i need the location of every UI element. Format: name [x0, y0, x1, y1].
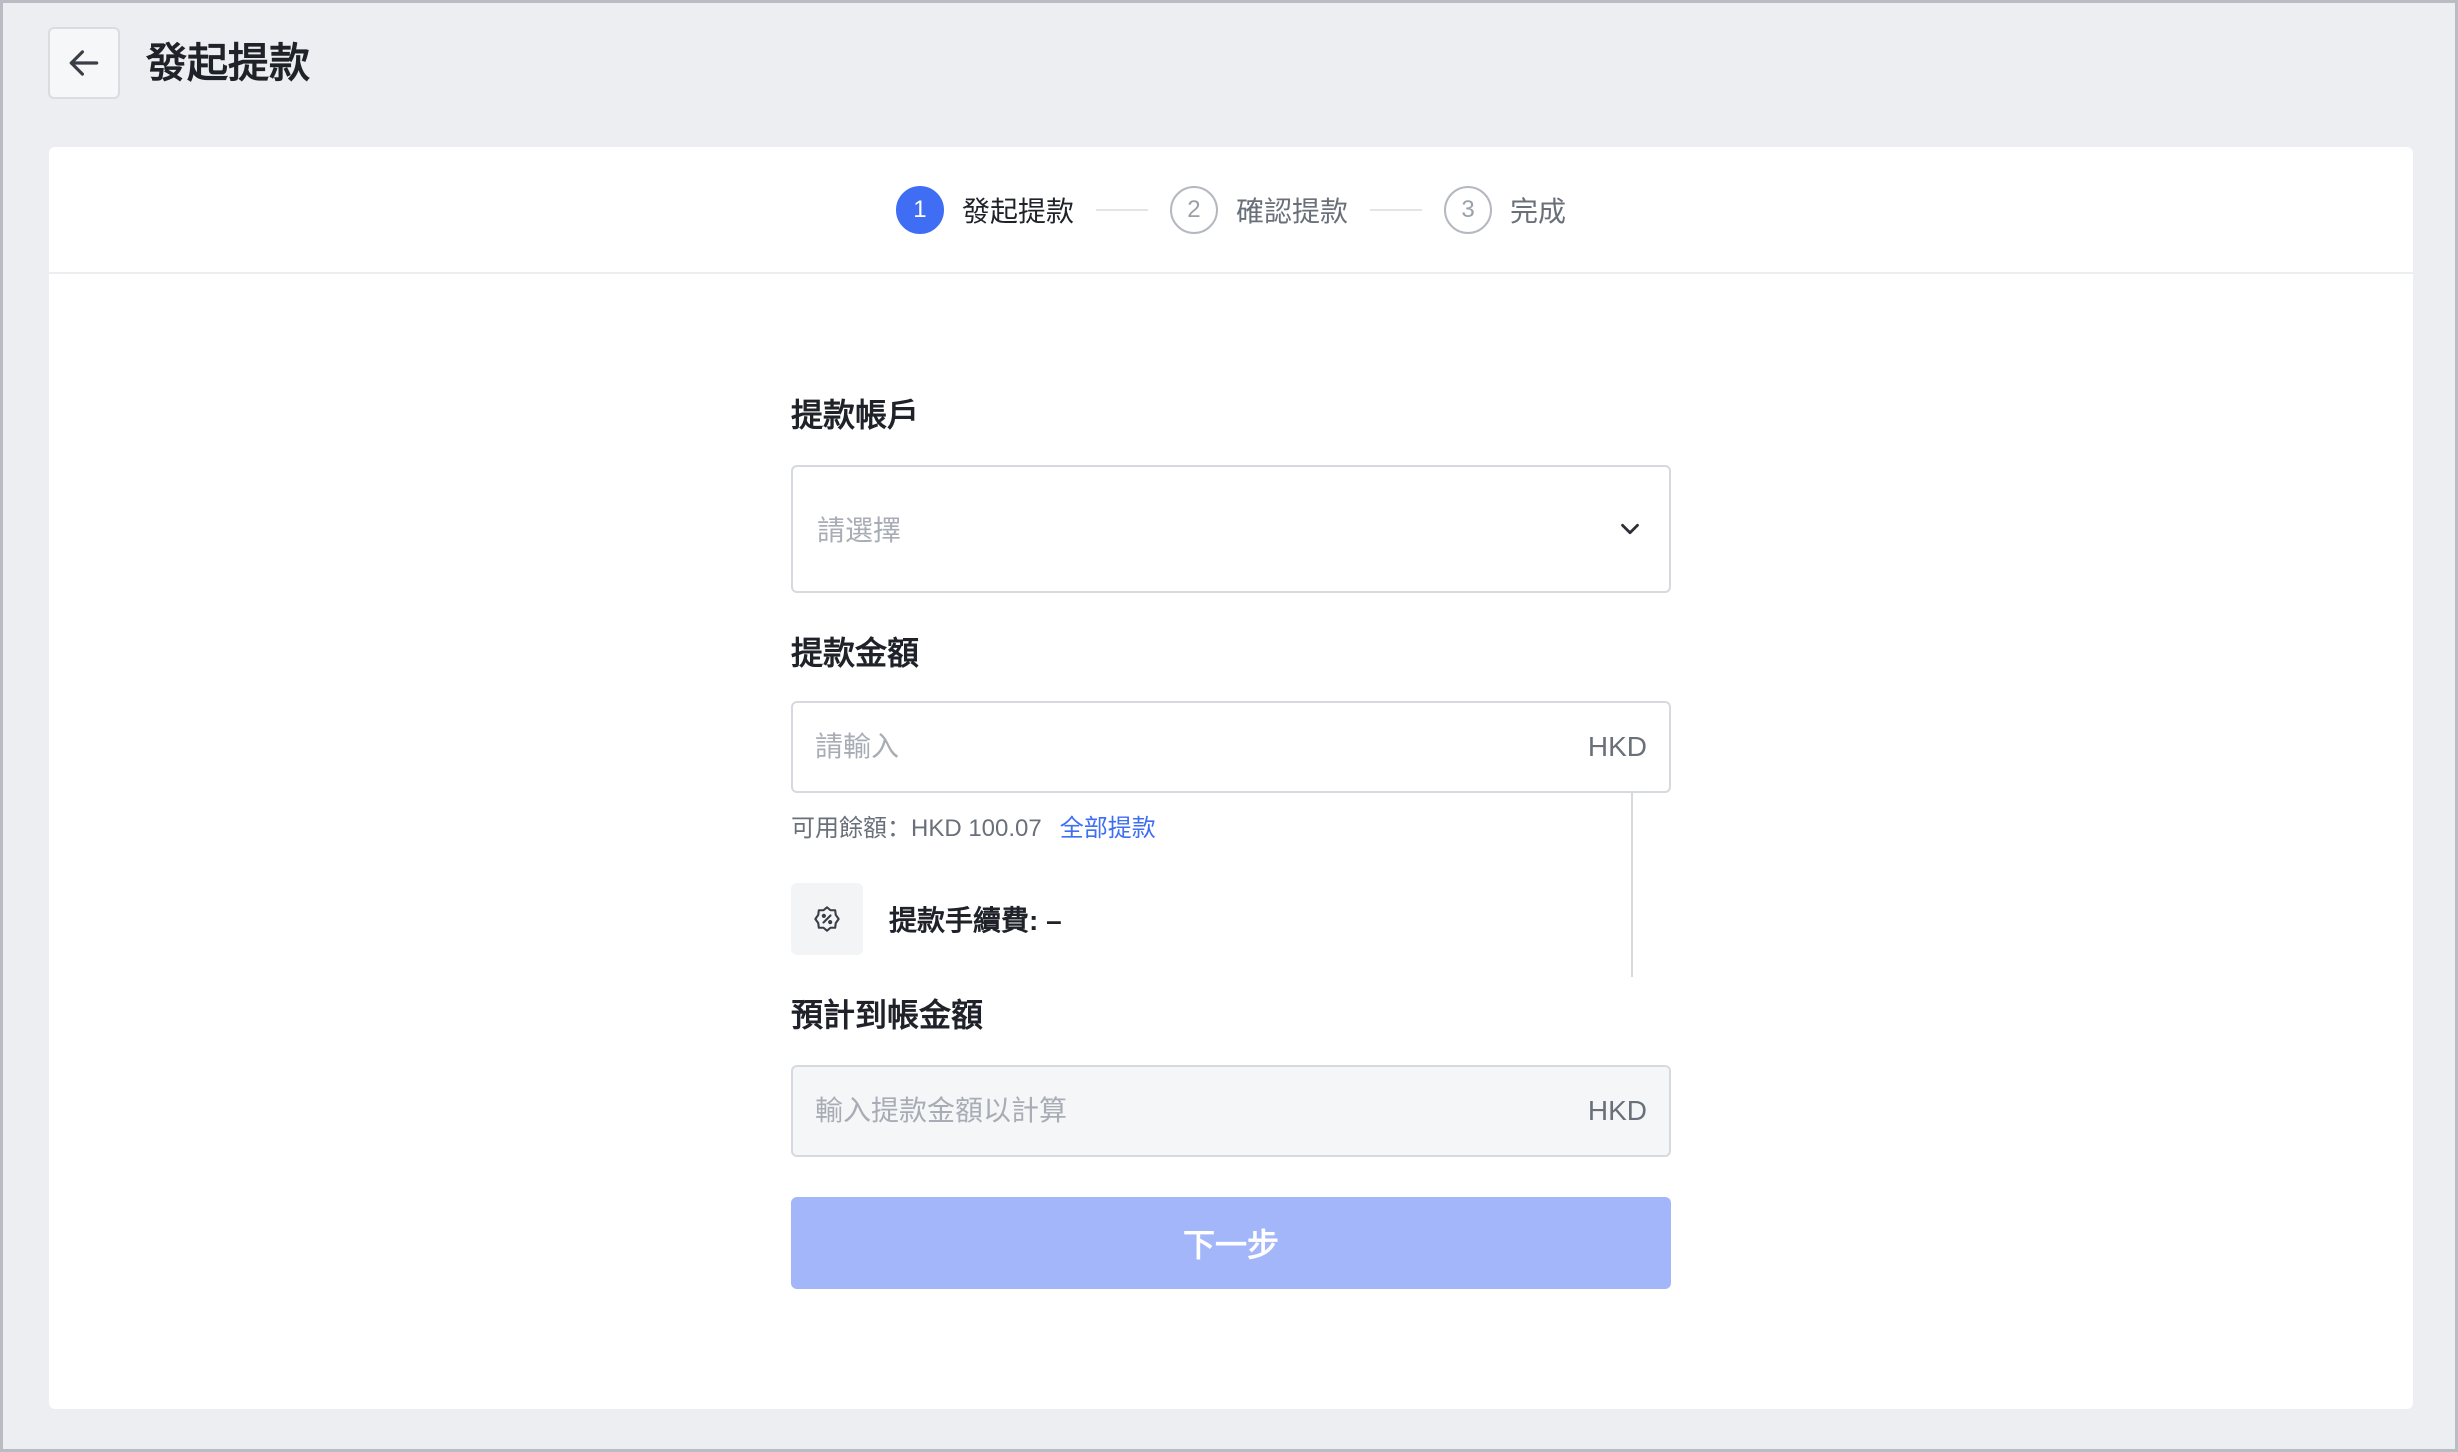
account-select[interactable]: 請選擇	[791, 465, 1671, 593]
step-connector	[1095, 208, 1148, 211]
chevron-down-icon	[1621, 523, 1639, 535]
back-button[interactable]	[48, 27, 120, 99]
expected-currency: HKD	[1587, 1095, 1647, 1126]
amount-input-box: HKD	[791, 701, 1671, 793]
step-1: 1 發起提款	[895, 185, 1074, 234]
amount-input[interactable]	[815, 731, 1588, 763]
account-label: 提款帳戶	[791, 397, 920, 433]
withdraw-card: 1 發起提款 2 確認提款 3 完成 提款帳戶 請選擇 提款金額 請輸入 HKD…	[49, 147, 2413, 1409]
step-1-label: 發起提款	[961, 195, 1074, 227]
balance-row: 可用餘額：HKD 100.07 全部提款	[791, 809, 1156, 849]
steps-indicator: 1 發起提款 2 確認提款 3 完成	[49, 147, 2413, 274]
expected-amount-box: HKD	[791, 1065, 1671, 1157]
step-3: 3 完成	[1444, 185, 1567, 234]
account-placeholder: 請選擇	[817, 515, 902, 546]
settings-icon	[814, 906, 840, 932]
next-step-button[interactable]: 下一步	[791, 1197, 1671, 1289]
amount-label: 提款金額	[791, 635, 920, 671]
app-frame: 發起提款 1 發起提款 2 確認提款 3 完成 提款帳戶 請選擇 提款金額 請輸…	[0, 0, 2458, 1452]
step-3-number: 3	[1444, 185, 1492, 234]
expected-amount-input	[815, 1095, 1588, 1127]
amount-currency: HKD	[1587, 731, 1647, 762]
page-title: 發起提款	[146, 40, 310, 86]
withdraw-all-link[interactable]: 全部提款	[1060, 809, 1156, 849]
expected-amount-label: 預計到帳金額	[791, 997, 984, 1033]
step-3-label: 完成	[1510, 195, 1567, 227]
step-2: 2 確認提款	[1169, 185, 1348, 234]
step-2-number: 2	[1169, 185, 1218, 234]
fee-icon-box	[791, 883, 863, 955]
arrow-left-icon	[69, 50, 99, 76]
fee-text: 提款手續費: –	[889, 905, 1062, 936]
step-2-label: 確認提款	[1235, 195, 1348, 227]
step-connector	[1370, 208, 1422, 211]
fee-row: 提款手續費: –	[791, 883, 1062, 955]
divider-line	[1631, 793, 1633, 977]
available-balance: 可用餘額：HKD 100.07	[791, 815, 1042, 842]
step-1-number: 1	[895, 185, 944, 234]
